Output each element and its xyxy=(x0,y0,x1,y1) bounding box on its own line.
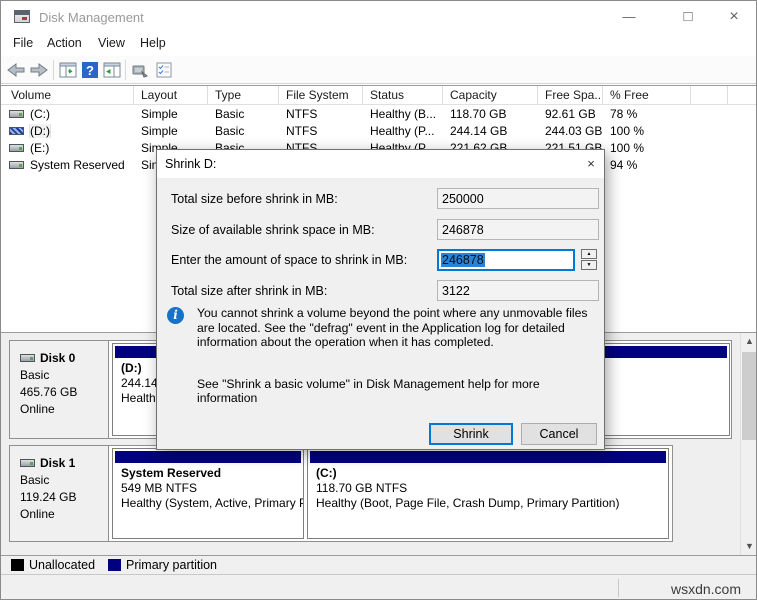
field-total-after: 3122 xyxy=(437,280,599,301)
info-icon: i xyxy=(167,307,184,324)
partition-c[interactable]: (C:) 118.70 GB NTFS Healthy (Boot, Page … xyxy=(307,448,669,539)
field-total-before: 250000 xyxy=(437,188,599,209)
console-tree-icon[interactable] xyxy=(58,60,78,80)
dialog-title-bar: Shrink D: × xyxy=(157,150,604,178)
disk1-label[interactable]: Disk 1 Basic 119.24 GB Online xyxy=(10,446,109,541)
column-header-status[interactable]: Status xyxy=(363,86,443,104)
column-header-pct-free[interactable]: % Free xyxy=(603,86,691,104)
toolbar-separator xyxy=(53,60,54,80)
legend-primary-partition: Primary partition xyxy=(108,558,217,572)
menu-file[interactable]: File xyxy=(13,36,33,50)
disk-management-window: Disk Management — □ × File Action View H… xyxy=(0,0,757,600)
cancel-button[interactable]: Cancel xyxy=(521,423,597,445)
partition-color-bar xyxy=(115,451,301,463)
scrollbar-thumb[interactable] xyxy=(742,352,756,440)
field-label-total-after: Total size after shrink in MB: xyxy=(171,284,328,298)
menu-action[interactable]: Action xyxy=(47,36,82,50)
table-row-d-selected[interactable]: (D:) Simple Basic NTFS Healthy (P... 244… xyxy=(1,122,756,139)
selected-text: 246878 xyxy=(441,253,485,267)
column-header-file-system[interactable]: File System xyxy=(279,86,363,104)
legend-bar: Unallocated Primary partition xyxy=(1,555,756,574)
volume-name: (D:) xyxy=(29,123,51,138)
disk1-row: Disk 1 Basic 119.24 GB Online System Res… xyxy=(9,445,673,542)
toolbar-separator xyxy=(125,60,126,80)
partition-size: 549 MB NTFS xyxy=(121,481,198,495)
menu-bar: File Action View Help xyxy=(1,33,756,56)
spin-down-button[interactable]: ▼ xyxy=(581,260,597,270)
disk-type: Basic xyxy=(20,473,50,487)
volume-name: System Reserved xyxy=(30,157,125,172)
properties-icon[interactable] xyxy=(130,60,150,80)
column-header-free-space[interactable]: Free Spa... xyxy=(538,86,603,104)
vertical-scrollbar[interactable]: ▲ ▼ xyxy=(740,333,756,555)
spin-up-button[interactable]: ▲ xyxy=(581,249,597,259)
field-label-shrink-amount: Enter the amount of space to shrink in M… xyxy=(171,253,408,267)
window-title: Disk Management xyxy=(39,10,144,25)
partition-system-reserved[interactable]: System Reserved 549 MB NTFS Healthy (Sys… xyxy=(112,448,304,539)
column-header-filler xyxy=(728,86,756,104)
partition-size: 118.70 GB NTFS xyxy=(316,481,408,495)
column-header-blank xyxy=(691,86,728,104)
svg-text:?: ? xyxy=(86,63,94,78)
partition-color-bar xyxy=(310,451,666,463)
disk-status: Online xyxy=(20,507,55,521)
field-available: 246878 xyxy=(437,219,599,240)
title-bar: Disk Management — □ × xyxy=(1,1,756,33)
disk0-label[interactable]: Disk 0 Basic 465.76 GB Online xyxy=(10,341,109,438)
drive-icon xyxy=(9,109,24,118)
drive-icon-selected xyxy=(9,126,24,135)
disk-icon xyxy=(20,354,35,362)
disk-size: 465.76 GB xyxy=(20,385,78,399)
disk-size: 119.24 GB xyxy=(20,490,77,504)
shrink-amount-input[interactable]: 246878 xyxy=(437,249,575,271)
toolbar: ? xyxy=(1,56,756,84)
column-header-volume[interactable]: Volume xyxy=(1,86,134,104)
scroll-up-icon[interactable]: ▲ xyxy=(741,333,756,350)
maximize-button[interactable]: □ xyxy=(673,6,703,28)
back-icon[interactable] xyxy=(6,60,26,80)
forward-icon[interactable] xyxy=(29,60,49,80)
help-icon[interactable]: ? xyxy=(80,60,100,80)
status-bar xyxy=(1,574,756,599)
dialog-close-icon[interactable]: × xyxy=(581,155,601,173)
primary-partition-swatch xyxy=(108,559,122,571)
partition-status: Healthy (System, Active, Primary Partiti… xyxy=(121,496,303,510)
dialog-title: Shrink D: xyxy=(165,157,217,171)
watermark: wsxdn.com xyxy=(670,581,741,597)
drive-icon xyxy=(9,143,24,152)
disk-icon xyxy=(20,459,35,467)
column-header-layout[interactable]: Layout xyxy=(134,86,208,104)
field-label-total-before: Total size before shrink in MB: xyxy=(171,192,338,206)
disk-name: Disk 1 xyxy=(40,456,76,470)
volume-list-header: Volume Layout Type File System Status Ca… xyxy=(1,86,756,105)
help-text: See "Shrink a basic volume" in Disk Mana… xyxy=(197,377,540,405)
volume-name: (E:) xyxy=(30,140,50,155)
status-bar-separator xyxy=(618,579,619,597)
partition-name: (C:) xyxy=(316,466,337,480)
volume-name: (C:) xyxy=(30,106,50,121)
table-row-c[interactable]: (C:) Simple Basic NTFS Healthy (B... 118… xyxy=(1,105,756,122)
column-header-type[interactable]: Type xyxy=(208,86,279,104)
disk-status: Online xyxy=(20,402,55,416)
shrink-dialog: Shrink D: × Total size before shrink in … xyxy=(156,149,605,450)
app-icon xyxy=(14,10,30,23)
close-button[interactable]: × xyxy=(719,6,749,28)
menu-view[interactable]: View xyxy=(98,36,125,50)
disk-type: Basic xyxy=(20,368,50,382)
disk-name: Disk 0 xyxy=(40,351,76,365)
info-text: You cannot shrink a volume beyond the po… xyxy=(197,306,588,350)
action-pane-icon[interactable] xyxy=(102,60,122,80)
partition-status: Healthy (Boot, Page File, Crash Dump, Pr… xyxy=(316,496,620,510)
menu-help[interactable]: Help xyxy=(140,36,166,50)
field-label-available: Size of available shrink space in MB: xyxy=(171,223,375,237)
legend-unallocated: Unallocated xyxy=(11,558,95,572)
partition-name: System Reserved xyxy=(121,466,222,480)
shrink-button[interactable]: Shrink xyxy=(429,423,513,445)
minimize-button[interactable]: — xyxy=(614,6,644,28)
drive-icon xyxy=(9,160,24,169)
unallocated-swatch xyxy=(11,559,24,571)
checklist-icon[interactable] xyxy=(154,60,174,80)
scroll-down-icon[interactable]: ▼ xyxy=(741,538,756,555)
column-header-capacity[interactable]: Capacity xyxy=(443,86,538,104)
